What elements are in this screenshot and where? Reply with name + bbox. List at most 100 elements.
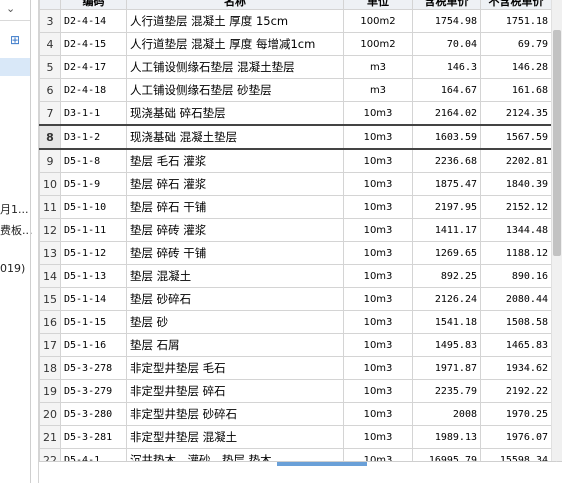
row-number[interactable]: 17 xyxy=(39,333,61,357)
tax-price-cell[interactable]: 1495.83 xyxy=(412,333,481,357)
unit-cell[interactable]: 10m3 xyxy=(343,287,413,311)
tax-price-cell[interactable]: 164.67 xyxy=(412,78,481,102)
row-number[interactable]: 9 xyxy=(39,148,61,173)
table-row[interactable]: 7 D3-1-1 现浇基础 碎石垫层 10m3 2164.02 2124.35 xyxy=(39,101,551,126)
tax-price-cell[interactable]: 16995.79 xyxy=(412,448,481,461)
tax-price-cell[interactable]: 2008 xyxy=(412,402,481,426)
code-cell[interactable]: D5-1-8 xyxy=(60,148,127,173)
table-row[interactable]: 4 D2-4-15 人行道垫层 混凝土 厚度 每增减1cm 100m2 70.04 69.… xyxy=(39,32,551,56)
unit-cell[interactable]: 10m3 xyxy=(343,148,413,173)
tax-price-cell[interactable]: 1541.18 xyxy=(412,310,481,334)
unit-cell[interactable]: 10m3 xyxy=(343,195,413,219)
unit-cell[interactable]: 10m3 xyxy=(343,379,413,403)
table-row[interactable]: 6 D2-4-18 人工铺设侧缘石垫层 砂垫层 m3 164.67 161.68 xyxy=(39,78,551,102)
table-row[interactable]: 21 D5-3-281 非定型井垫层 混凝土 10m3 1989.13 1976.07 xyxy=(39,425,551,449)
notax-price-cell[interactable]: 1976.07 xyxy=(480,425,551,449)
col-header-code[interactable]: 编码 xyxy=(60,0,127,10)
scrollbar-thumb[interactable] xyxy=(553,30,561,256)
tax-price-cell[interactable]: 146.3 xyxy=(412,55,481,79)
name-cell[interactable]: 垫层 砂 xyxy=(126,310,344,334)
tree-tool-icon[interactable]: ⊞ xyxy=(10,33,24,47)
row-number[interactable]: 16 xyxy=(39,310,61,334)
table-row[interactable]: 11 D5-1-10 垫层 碎石 干铺 10m3 2197.95 2152.12 xyxy=(39,195,551,219)
tax-price-cell[interactable]: 2126.24 xyxy=(412,287,481,311)
table-row[interactable]: 18 D5-3-278 非定型井垫层 毛石 10m3 1971.87 1934.62 xyxy=(39,356,551,380)
name-cell[interactable]: 垫层 碎石 干铺 xyxy=(126,195,344,219)
code-cell[interactable]: D3-1-2 xyxy=(60,124,127,150)
table-row[interactable]: 19 D5-3-279 非定型井垫层 碎石 10m3 2235.79 2192.22 xyxy=(39,379,551,403)
code-cell[interactable]: D5-1-12 xyxy=(60,241,127,265)
tax-price-cell[interactable]: 1971.87 xyxy=(412,356,481,380)
notax-price-cell[interactable]: 2202.81 xyxy=(480,148,551,173)
code-cell[interactable]: D5-1-13 xyxy=(60,264,127,288)
table-row[interactable]: 3 D2-4-14 人行道垫层 混凝土 厚度 15cm 100m2 1754.98 175… xyxy=(39,9,551,33)
unit-cell[interactable]: 10m3 xyxy=(343,402,413,426)
tax-price-cell[interactable]: 1989.13 xyxy=(412,425,481,449)
code-cell[interactable]: D5-3-279 xyxy=(60,379,127,403)
notax-price-cell[interactable]: 1508.58 xyxy=(480,310,551,334)
row-number[interactable]: 18 xyxy=(39,356,61,380)
name-cell[interactable]: 非定型井垫层 碎石 xyxy=(126,379,344,403)
row-number[interactable]: 11 xyxy=(39,195,61,219)
notax-price-cell[interactable]: 1344.48 xyxy=(480,218,551,242)
name-cell[interactable]: 人行道垫层 混凝土 厚度 每增减1cm xyxy=(126,32,344,56)
name-cell[interactable]: 现浇基础 混凝土垫层 xyxy=(126,124,344,150)
tax-price-cell[interactable]: 1754.98 xyxy=(412,9,481,33)
unit-cell[interactable]: 10m3 xyxy=(343,264,413,288)
row-number[interactable]: 14 xyxy=(39,264,61,288)
tax-price-cell[interactable]: 1269.65 xyxy=(412,241,481,265)
left-tree-item-3[interactable]: 019) xyxy=(0,262,25,275)
table-row[interactable]: 22 D5-4-1 沉井垫木、灌砂、垫层 垫木 10m3 16995.79 15598.3… xyxy=(39,448,551,461)
notax-price-cell[interactable]: 1188.12 xyxy=(480,241,551,265)
tax-price-cell[interactable]: 1411.17 xyxy=(412,218,481,242)
tax-price-cell[interactable]: 2235.79 xyxy=(412,379,481,403)
unit-cell[interactable]: 100m2 xyxy=(343,32,413,56)
tax-price-cell[interactable]: 1875.47 xyxy=(412,172,481,196)
code-cell[interactable]: D2-4-17 xyxy=(60,55,127,79)
notax-price-cell[interactable]: 161.68 xyxy=(480,78,551,102)
row-number[interactable]: 20 xyxy=(39,402,61,426)
row-number[interactable]: 15 xyxy=(39,287,61,311)
notax-price-cell[interactable]: 2192.22 xyxy=(480,379,551,403)
code-cell[interactable]: D2-4-15 xyxy=(60,32,127,56)
unit-cell[interactable]: m3 xyxy=(343,55,413,79)
tax-price-cell[interactable]: 1603.59 xyxy=(412,124,481,150)
table-row[interactable]: 20 D5-3-280 非定型井垫层 砂碎石 10m3 2008 1970.25 xyxy=(39,402,551,426)
table-row[interactable]: 12 D5-1-11 垫层 碎砖 灌浆 10m3 1411.17 1344.48 xyxy=(39,218,551,242)
row-number[interactable]: 10 xyxy=(39,172,61,196)
table-row[interactable]: 8 D3-1-2 现浇基础 混凝土垫层 10m3 1603.59 1567.59 xyxy=(39,124,551,150)
name-cell[interactable]: 人工铺设侧缘石垫层 砂垫层 xyxy=(126,78,344,102)
name-cell[interactable]: 非定型井垫层 毛石 xyxy=(126,356,344,380)
chevron-down-icon[interactable]: ⌄ xyxy=(6,2,15,15)
row-number[interactable]: 6 xyxy=(39,78,61,102)
table-row[interactable]: 16 D5-1-15 垫层 砂 10m3 1541.18 1508.58 xyxy=(39,310,551,334)
table-row[interactable]: 13 D5-1-12 垫层 碎砖 干铺 10m3 1269.65 1188.12 xyxy=(39,241,551,265)
row-number[interactable]: 12 xyxy=(39,218,61,242)
unit-cell[interactable]: 10m3 xyxy=(343,101,413,126)
name-cell[interactable]: 沉井垫木、灌砂、垫层 垫木 xyxy=(126,448,344,461)
tax-price-cell[interactable]: 2164.02 xyxy=(412,101,481,126)
pane-splitter-handle[interactable]: ▲ xyxy=(277,460,559,468)
col-header-tax-price[interactable]: 含税单价 xyxy=(412,0,481,10)
name-cell[interactable]: 垫层 石屑 xyxy=(126,333,344,357)
row-number[interactable]: 4 xyxy=(39,32,61,56)
row-number[interactable]: 3 xyxy=(39,9,61,33)
notax-price-cell[interactable]: 69.79 xyxy=(480,32,551,56)
table-row[interactable]: 5 D2-4-17 人工铺设侧缘石垫层 混凝土垫层 m3 146.3 146.28 xyxy=(39,55,551,79)
code-cell[interactable]: D2-4-18 xyxy=(60,78,127,102)
name-cell[interactable]: 垫层 碎砖 灌浆 xyxy=(126,218,344,242)
table-row[interactable]: 9 D5-1-8 垫层 毛石 灌浆 10m3 2236.68 2202.81 xyxy=(39,148,551,173)
notax-price-cell[interactable]: 2152.12 xyxy=(480,195,551,219)
code-cell[interactable]: D5-1-9 xyxy=(60,172,127,196)
code-cell[interactable]: D5-1-10 xyxy=(60,195,127,219)
notax-price-cell[interactable]: 2080.44 xyxy=(480,287,551,311)
unit-cell[interactable]: 10m3 xyxy=(343,172,413,196)
row-number[interactable]: 21 xyxy=(39,425,61,449)
code-cell[interactable]: D3-1-1 xyxy=(60,101,127,126)
notax-price-cell[interactable]: 1567.59 xyxy=(480,124,551,150)
code-cell[interactable]: D5-3-278 xyxy=(60,356,127,380)
code-cell[interactable]: D5-4-1 xyxy=(60,448,127,461)
notax-price-cell[interactable]: 1465.83 xyxy=(480,333,551,357)
col-header-name[interactable]: 名称 xyxy=(126,0,344,10)
name-cell[interactable]: 非定型井垫层 砂碎石 xyxy=(126,402,344,426)
